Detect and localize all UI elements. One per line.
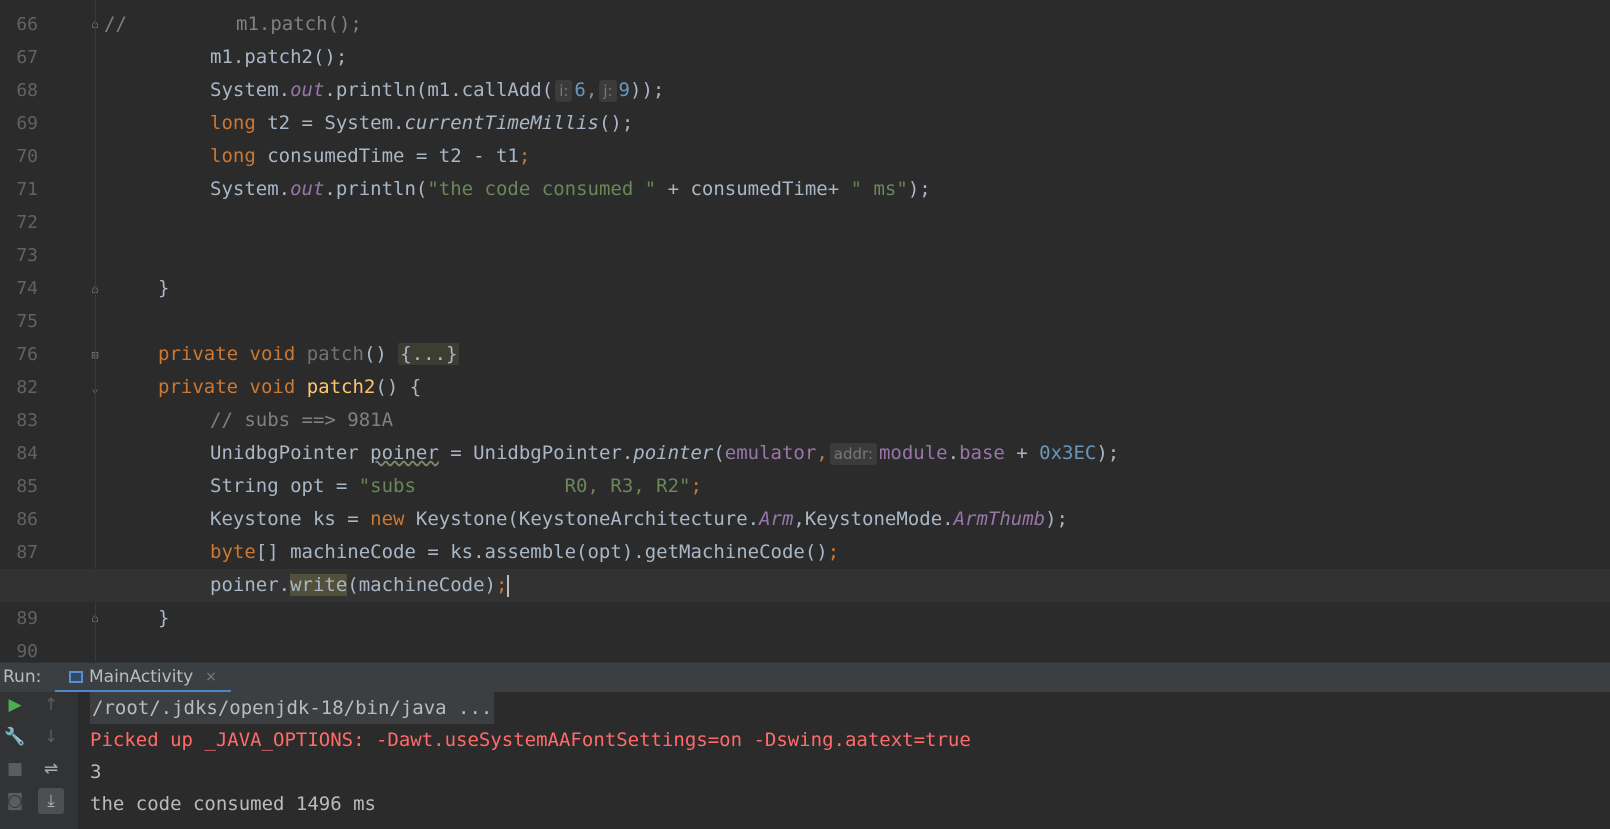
code-line-74[interactable]: } [0, 272, 1610, 305]
code-line-66[interactable]: // m1.patch(); [0, 8, 1610, 41]
code-text: poiner.write(machineCode); [210, 574, 510, 597]
code-text: System.out.println(m1.callAdd(i: 6, j: 9)); [210, 79, 665, 102]
code-text: long consumedTime = t2 - t1; [210, 145, 531, 167]
scroll-to-end-icon[interactable]: ⤓ [38, 788, 64, 814]
camera-icon[interactable]: ◙ [2, 788, 28, 814]
code-text: String opt = "subs R0, R3, R2"; [210, 475, 702, 497]
run-panel: ▶ ↑ 🔧 ↓ ■ ⇌ ◙ ⤓ /root/.jdks/openjdk-18/b… [0, 692, 1610, 829]
code-line-83[interactable]: // subs ==> 981A [0, 404, 1610, 437]
code-text: Keystone ks = new Keystone(KeystoneArchi… [210, 508, 1068, 530]
code-comment: // subs ==> 981A [210, 409, 394, 431]
code-text: System.out.println("the code consumed " … [210, 178, 931, 200]
param-hint: j: [599, 80, 617, 102]
code-line-84[interactable]: UnidbgPointer poiner = UnidbgPointer.poi… [0, 437, 1610, 470]
stop-icon[interactable]: ■ [2, 756, 28, 782]
code-line-70[interactable]: long consumedTime = t2 - t1; [0, 140, 1610, 173]
code-text: } [158, 277, 170, 299]
param-hint: addr: [829, 443, 877, 465]
run-label: Run: [3, 667, 42, 687]
code-line-68[interactable]: System.out.println(m1.callAdd(i: 6, j: 9)); [0, 74, 1610, 107]
folded-region[interactable]: {...} [398, 343, 460, 365]
tab-label: MainActivity [89, 666, 194, 687]
code-text: long t2 = System.currentTimeMillis(); [210, 112, 634, 134]
code-line-71[interactable]: System.out.println("the code consumed " … [0, 173, 1610, 206]
code-line-89[interactable]: } [0, 602, 1610, 635]
console-line-stdout: the code consumed 1496 ms [90, 793, 376, 815]
code-line-86[interactable]: Keystone ks = new Keystone(KeystoneArchi… [0, 503, 1610, 536]
tab-mainactivity[interactable]: MainActivity × [55, 663, 231, 693]
console-line-stderr: Picked up _JAVA_OPTIONS: -Dawt.useSystem… [90, 729, 971, 751]
code-line-85[interactable]: String opt = "subs R0, R3, R2"; [0, 470, 1610, 503]
code-text: } [158, 607, 170, 629]
code-line-88-current[interactable]: poiner.write(machineCode); [0, 569, 1610, 602]
code-text: m1.patch2(); [210, 46, 348, 68]
text-caret [507, 574, 510, 597]
run-toolbar: ▶ ↑ 🔧 ↓ ■ ⇌ ◙ ⤓ [0, 692, 78, 829]
code-text: byte[] machineCode = ks.assemble(opt).ge… [210, 541, 840, 563]
code-line-76[interactable]: private void patch() {...} [0, 338, 1610, 371]
param-hint: i: [555, 80, 573, 102]
run-toolwindow-header: Run: MainActivity × [0, 662, 1610, 693]
code-line-67[interactable]: m1.patch2(); [0, 41, 1610, 74]
up-arrow-icon[interactable]: ↑ [38, 692, 64, 718]
code-line-69[interactable]: long t2 = System.currentTimeMillis(); [0, 107, 1610, 140]
code-text: UnidbgPointer poiner = UnidbgPointer.poi… [210, 442, 1120, 465]
console-line-command[interactable]: /root/.jdks/openjdk-18/bin/java ... [90, 692, 495, 724]
code-text: private void patch2() { [158, 376, 422, 398]
down-arrow-icon[interactable]: ↓ [38, 724, 64, 750]
line-comment-marker: // [104, 13, 127, 35]
code-line-82[interactable]: private void patch2() { [0, 371, 1610, 404]
code-line-87[interactable]: byte[] machineCode = ks.assemble(opt).ge… [0, 536, 1610, 569]
console-line-stdout: 3 [90, 761, 102, 783]
code-text: m1.patch(); [236, 13, 362, 35]
wrench-icon[interactable]: 🔧 [2, 724, 28, 750]
close-icon[interactable]: × [205, 669, 217, 685]
console-icon [69, 670, 83, 683]
code-text: private void patch() {...} [158, 343, 460, 365]
code-editor[interactable]: 66 67 68 69 70 71 72 73 74 75 76 82 83 8… [0, 0, 1610, 662]
soft-wrap-icon[interactable]: ⇌ [38, 756, 64, 782]
run-icon[interactable]: ▶ [2, 692, 28, 718]
